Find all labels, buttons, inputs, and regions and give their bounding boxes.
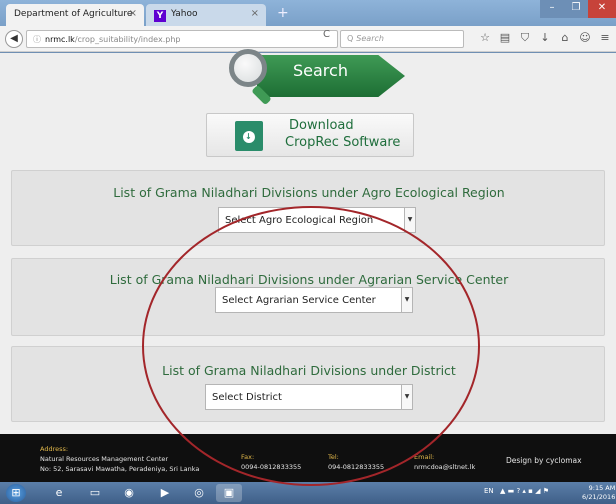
chat-icon[interactable]: ☺ [578, 31, 592, 44]
footer-email: Email: nrmcdoa@sltnet.lk [414, 452, 475, 472]
firefox-icon[interactable]: ◉ [116, 484, 142, 502]
tab-title: Yahoo [171, 9, 198, 19]
email-label: Email: [414, 453, 435, 461]
address-label: Address: [40, 445, 69, 453]
section-title: List of Grama Niladhari Divisions under … [113, 185, 505, 200]
footer-fax: Fax: 0094-0812833355 [241, 452, 301, 472]
dropdown-arrow-icon: ▼ [401, 288, 412, 312]
address-line-1: Natural Resources Management Center [40, 455, 169, 463]
search-banner-button[interactable]: Search [227, 49, 405, 106]
info-icon[interactable]: ⓘ [33, 35, 41, 44]
search-placeholder: Search [356, 34, 384, 43]
page-footer: Address: Natural Resources Management Ce… [0, 434, 616, 482]
address-line-2: No: 52, Sarasavi Mawatha, Peradeniya, Sr… [40, 465, 200, 473]
footer-address: Address: Natural Resources Management Ce… [40, 444, 199, 474]
close-tab-icon[interactable]: × [129, 8, 137, 19]
internet-explorer-icon[interactable]: e [46, 484, 72, 502]
tray-icons[interactable]: ▲ ▬ ? ▴ ▪ ◢ ⚑ [500, 487, 549, 495]
download-sublabel: CropRec Software [285, 135, 401, 150]
chrome-icon[interactable]: ◎ [186, 484, 212, 502]
download-label: Download [289, 118, 354, 133]
tab-yahoo[interactable]: Y Yahoo × [146, 4, 266, 26]
select-value: Select Agro Ecological Region [225, 215, 374, 226]
design-credit[interactable]: Design by cyclomax [506, 456, 582, 465]
select-value: Select Agrarian Service Center [222, 295, 376, 306]
clock-date: 6/21/2016 [582, 493, 616, 501]
tab-department-of-agriculture[interactable]: Department of Agriculture × [6, 4, 144, 26]
email-address[interactable]: nrmcdoa@sltnet.lk [414, 462, 475, 472]
fax-number: 0094-0812833355 [241, 463, 302, 471]
new-tab-button[interactable]: + [277, 5, 289, 21]
search-label: Search [293, 61, 348, 80]
magnifier-icon [229, 49, 267, 87]
panel-agro-ecological-region: List of Grama Niladhari Divisions under … [11, 170, 605, 246]
reload-icon[interactable]: C [323, 29, 330, 40]
home-icon[interactable]: ⌂ [558, 31, 572, 44]
media-player-icon[interactable]: ▶ [152, 484, 178, 502]
download-croprec-button[interactable]: ↓ Download CropRec Software [206, 113, 414, 157]
dropdown-arrow-icon: ▼ [404, 208, 415, 232]
dropdown-arrow-icon: ▼ [401, 385, 412, 409]
system-clock[interactable]: 9:15 AM 6/21/2016 [582, 484, 615, 502]
url-host: nrmc.lk [45, 35, 75, 44]
district-select[interactable]: Select District ▼ [205, 384, 413, 410]
tel-number: 094-0812833355 [328, 463, 385, 471]
start-button-icon[interactable]: ⊞ [6, 484, 26, 502]
clock-time: 9:15 AM [588, 484, 616, 492]
footer-tel: Tel: 094-0812833355 [328, 452, 384, 472]
tel-label: Tel: [328, 453, 339, 461]
language-indicator[interactable]: EN [484, 487, 494, 495]
section-title: List of Grama Niladhari Divisions under … [162, 363, 456, 378]
fax-label: Fax: [241, 453, 255, 461]
paint-icon[interactable]: ▣ [216, 484, 242, 502]
panel-agrarian-service-center: List of Grama Niladhari Divisions under … [11, 258, 605, 336]
agrarian-service-center-select[interactable]: Select Agrarian Service Center ▼ [215, 287, 413, 313]
minimize-button[interactable]: – [540, 0, 564, 18]
back-button[interactable]: ◀ [5, 30, 23, 48]
windows-taskbar: ⊞ e ▭ ◉ ▶ ◎ ▣ EN ▲ ▬ ? ▴ ▪ ◢ ⚑ 9:15 AM 6… [0, 482, 616, 504]
downloads-icon[interactable]: ↓ [538, 31, 552, 44]
browser-navbar: ◀ ⓘ nrmc.lk/crop_suitability/index.php C … [0, 26, 616, 52]
section-title: List of Grama Niladhari Divisions under … [109, 272, 509, 287]
download-icon: ↓ [235, 121, 263, 151]
tab-title: Department of Agriculture [14, 9, 133, 19]
close-tab-icon[interactable]: × [251, 8, 259, 19]
search-icon: Q [347, 34, 354, 43]
file-explorer-icon[interactable]: ▭ [82, 484, 108, 502]
reading-list-icon[interactable]: ▤ [498, 31, 512, 44]
bookmark-star-icon[interactable]: ☆ [478, 31, 492, 44]
agro-ecological-region-select[interactable]: Select Agro Ecological Region ▼ [218, 207, 416, 233]
close-window-button[interactable]: ✕ [588, 0, 616, 18]
browser-titlebar: Department of Agriculture × Y Yahoo × + –… [0, 0, 616, 26]
yahoo-icon: Y [154, 10, 166, 22]
maximize-button[interactable]: ❐ [564, 0, 588, 18]
panel-district: List of Grama Niladhari Divisions under … [11, 346, 605, 422]
select-value: Select District [212, 392, 282, 403]
pocket-icon[interactable]: ⛉ [518, 31, 532, 45]
url-path: /crop_suitability/index.php [74, 35, 181, 44]
page-content: Search ↓ Download CropRec Software List … [0, 49, 616, 434]
address-bar[interactable]: ⓘ nrmc.lk/crop_suitability/index.php [26, 30, 338, 48]
menu-icon[interactable]: ≡ [598, 31, 612, 44]
search-input[interactable]: Q Search [340, 30, 464, 48]
